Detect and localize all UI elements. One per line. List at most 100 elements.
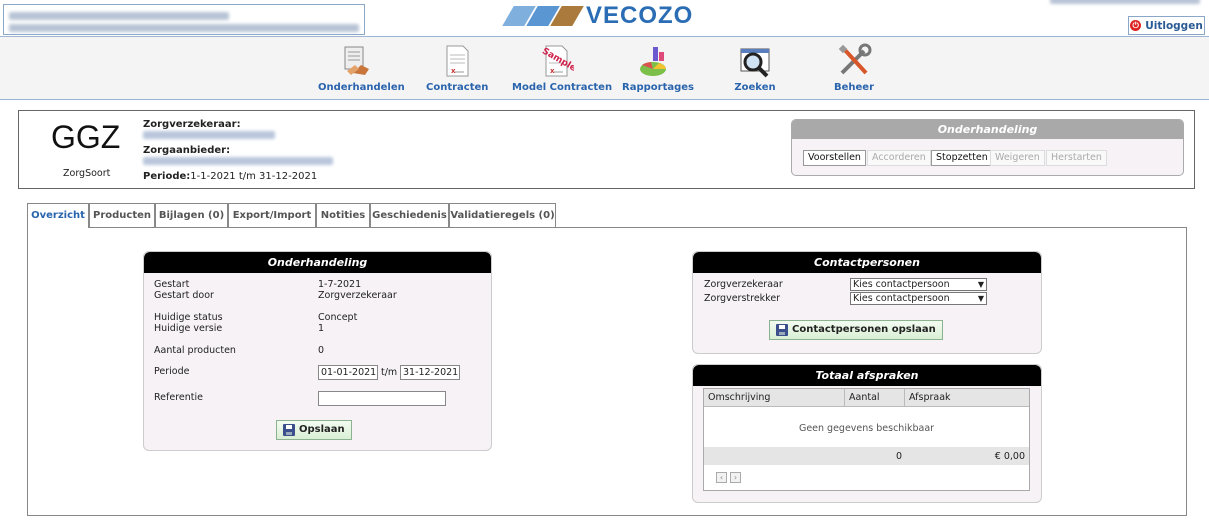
aantal-label: Aantal producten [154,345,236,356]
status-value: Concept [318,312,358,323]
tab-geschiedenis[interactable]: Geschiedenis [370,203,449,227]
tab-validatieregels[interactable]: Validatieregels (0) [449,203,556,227]
tab-content-overzicht: Onderhandeling Gestart 1-7-2021 Gestart … [27,227,1187,516]
column-aantal[interactable]: Aantal [845,389,905,407]
zorgaanbieder-label: Zorgaanbieder: [143,145,231,156]
toolbar-zoeken[interactable]: Zoeken [734,43,776,93]
table-footer: 0 € 0,00 [704,447,1029,465]
panel-title: Contactpersonen [693,252,1041,273]
toolbar-beheer[interactable]: Beheer [832,43,876,93]
next-page-button[interactable]: › [730,472,741,483]
tab-notities[interactable]: Notities [316,203,370,227]
contact-zorgverzekeraar-label: Zorgverzekeraar [704,279,783,290]
contract-info-box: GGZ ZorgSoort Zorgverzekeraar: Zorgaanbi… [18,110,1195,189]
toolbar-label: Rapportages [622,82,694,93]
toolbar-onderhandelen[interactable]: Onderhandelen [318,43,405,93]
opslaan-label: Opslaan [299,424,345,435]
previous-page-button[interactable]: ‹ [716,472,727,483]
accorderen-button[interactable]: Accorderen [867,150,931,166]
panel-title: Totaal afspraken [693,365,1041,386]
herstarten-button[interactable]: Herstarten [1046,150,1107,166]
onderhandeling-actions-panel: Onderhandeling Voorstellen Accorderen St… [791,119,1184,176]
logo-text: VECOZO [586,2,694,29]
tab-producten[interactable]: Producten [89,203,155,227]
totaal-afspraken-table: Omschrijving Aantal Afspraak Geen gegeve… [703,388,1030,491]
select-value: Kies contactpersoon [853,279,950,290]
toolbar-contracten[interactable]: x Contracten [426,43,488,93]
periode-row: Periode:1-1-2021 t/m 31-12-2021 [143,171,317,182]
tab-overzicht[interactable]: Overzicht [27,203,89,228]
blurred-account-info [1050,0,1205,6]
zorgverzekeraar-contact-select[interactable]: Kies contactpersoon ▼ [850,278,987,291]
stopzetten-button[interactable]: Stopzetten [931,150,993,166]
logout-label: Uitloggen [1145,19,1203,32]
totaal-afspraken-panel: Totaal afspraken Omschrijving Aantal Afs… [692,364,1042,503]
total-amount: € 0,00 [994,451,1025,462]
panel-title: Onderhandeling [144,252,491,273]
tab-export-import[interactable]: Export/Import [228,203,316,227]
contact-zorgverstrekker-label: Zorgverstrekker [704,293,781,304]
toolbar-rapportages[interactable]: Rapportages [622,43,694,93]
top-header: VECOZO ⏻ Uitloggen [0,0,1209,36]
rapportages-icon [637,43,673,79]
total-count: 0 [896,451,903,462]
periode-from-input[interactable]: 01-01-2021 [318,365,378,380]
referentie-input[interactable] [318,391,446,406]
chevron-down-icon: ▼ [977,280,984,289]
svg-text:x: x [550,67,555,75]
column-omschrijving[interactable]: Omschrijving [704,389,845,407]
versie-value: 1 [318,323,325,334]
periode-label: Periode: [143,171,191,182]
main-toolbar: Onderhandelen x Contracten x Sample Mode… [0,36,1209,100]
toolbar-label: Model Contracten [512,82,613,93]
user-info-box [3,4,365,35]
vecozo-logo: VECOZO [502,2,694,29]
blurred-account-text [1050,0,1200,4]
contactpersonen-opslaan-button[interactable]: Contactpersonen opslaan [769,320,943,340]
zorgsoort-caption: ZorgSoort [63,168,111,179]
floppy-disk-icon [283,424,295,436]
table-header: Omschrijving Aantal Afspraak [704,389,1029,407]
tab-bijlagen[interactable]: Bijlagen (0) [155,203,228,227]
toolbar-model-contracten[interactable]: x Sample Model Contracten [512,43,613,93]
logout-button[interactable]: ⏻ Uitloggen [1128,16,1205,35]
power-icon: ⏻ [1130,20,1142,31]
toolbar-label: Zoeken [734,82,776,93]
chevron-down-icon: ▼ [977,294,984,303]
opslaan-button[interactable]: Opslaan [276,420,352,440]
toolbar-label: Onderhandelen [318,82,405,93]
versie-label: Huidige versie [154,323,223,334]
toolbar-label: Contracten [426,82,489,93]
weigeren-button[interactable]: Weigeren [990,150,1045,166]
zoeken-icon [737,43,773,79]
zorgverstrekker-contact-select[interactable]: Kies contactpersoon ▼ [850,292,987,305]
beheer-icon [836,43,872,79]
blurred-user-organisation [9,24,359,32]
empty-table-message: Geen gegevens beschikbaar [798,423,935,434]
toolbar-label: Beheer [833,82,875,93]
zorgsoort-code: GGZ [51,119,121,155]
aantal-value: 0 [318,345,325,356]
gestart-door-value: Zorgverzekeraar [318,290,397,301]
status-label: Huidige status [154,312,223,323]
onderhandeling-panel: Onderhandeling Gestart 1-7-2021 Gestart … [143,251,492,451]
periode-to-input[interactable]: 31-12-2021 [400,365,460,380]
contactpersonen-panel: Contactpersonen Zorgverzekeraar Kies con… [692,251,1042,354]
gestart-label: Gestart [154,279,190,290]
periode-separator: t/m [381,367,398,378]
panel-title: Onderhandeling [792,120,1183,139]
model-contracten-icon: x Sample [538,43,578,79]
select-value: Kies contactpersoon [853,293,950,304]
floppy-disk-icon [776,324,788,336]
gestart-door-label: Gestart door [154,290,214,301]
gestart-value: 1-7-2021 [318,279,362,290]
zorgverzekeraar-label: Zorgverzekeraar: [143,119,241,130]
onderhandelen-icon [339,43,375,79]
column-afspraak[interactable]: Afspraak [905,389,1031,407]
blurred-zorgaanbieder [143,157,333,165]
referentie-label: Referentie [154,392,203,403]
periode-value: 1-1-2021 t/m 31-12-2021 [190,171,318,182]
voorstellen-button[interactable]: Voorstellen [803,150,866,166]
table-pager: ‹ › [716,472,741,483]
svg-text:x: x [451,67,456,75]
